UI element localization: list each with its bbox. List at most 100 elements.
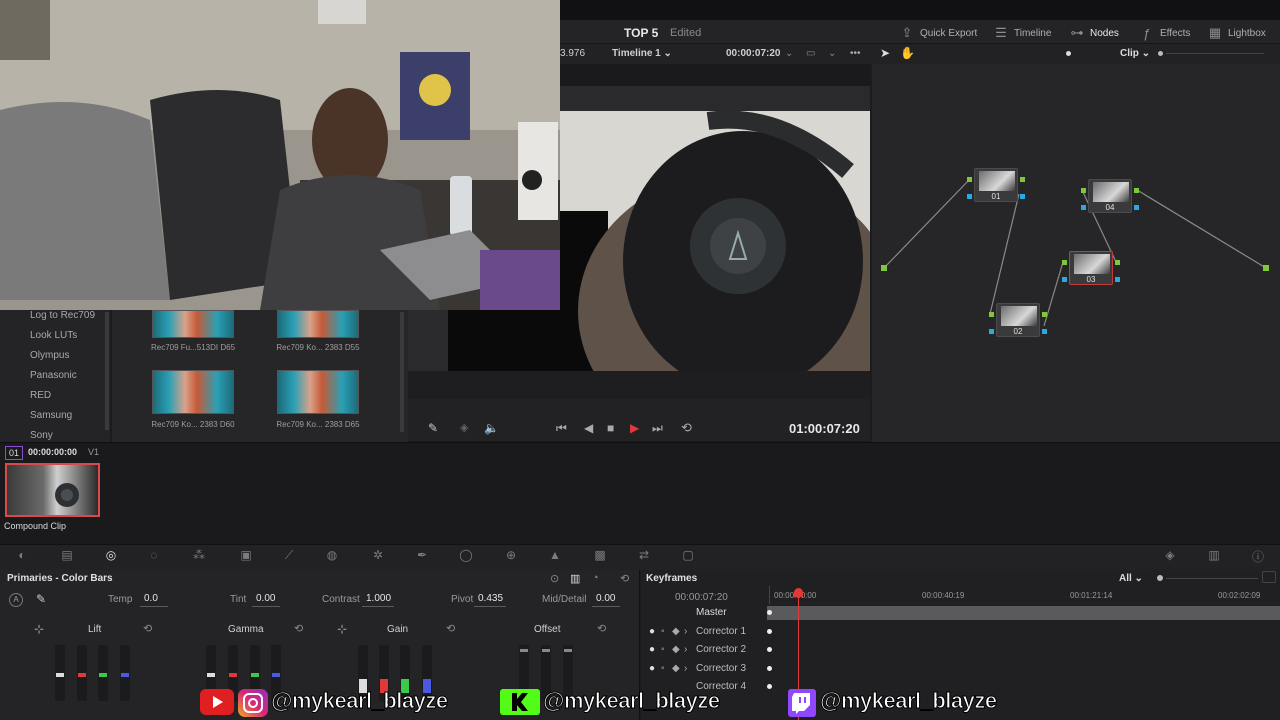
keyframe-dot[interactable] [767,666,772,671]
keyframe-diamond-icon[interactable]: ◆ [672,626,680,637]
node-02-key-input[interactable] [989,329,994,334]
node-03-key-input[interactable] [1062,277,1067,282]
node-03-input[interactable] [1062,260,1067,265]
keyframe-row-corrector-1[interactable]: ● ▪ ◆ › Corrector 1 [641,623,1280,641]
nodes-button[interactable]: ⊶ Nodes [1070,24,1119,42]
pointer-icon[interactable]: ➤ [880,46,890,60]
node-03-output[interactable] [1115,260,1120,265]
keyframe-diamond-icon[interactable]: ◆ [672,663,680,674]
auto-balance-icon[interactable]: A [9,593,23,607]
pivot-field[interactable]: 0.435 [474,592,506,607]
zoom-slider-track[interactable] [1166,53,1264,54]
viewer-size-icon[interactable]: ▭ [806,48,815,59]
tracker-icon[interactable]: ⊕ [503,548,519,564]
lut-thumbnail[interactable] [277,310,359,338]
hdr-wheels-icon[interactable]: ◌ [146,548,162,564]
lut-category-item[interactable]: Look LUTs [30,330,77,341]
node-mode-selector[interactable]: Clip ⌄ [1120,48,1150,59]
expand-chevron-icon[interactable]: › [684,626,687,637]
lift-red-slider[interactable] [77,645,87,701]
node-02-key-output[interactable] [1042,329,1047,334]
timeline-button[interactable]: ☰ Timeline [994,24,1051,42]
keyframe-dot[interactable] [767,610,772,615]
play-icon[interactable]: ▶ [630,421,639,435]
keyframe-dot[interactable] [767,629,772,634]
blur-icon[interactable]: ▩ [592,548,608,564]
lock-icon[interactable]: ▪ [661,626,665,637]
expand-chevron-icon[interactable]: › [684,663,687,674]
keyframes-zoom-track[interactable] [1166,578,1258,579]
eyedropper-qualifier-icon[interactable]: ✒ [414,548,430,564]
keyframe-row-corrector-2[interactable]: ● ▪ ◆ › Corrector 2 [641,641,1280,659]
gamma-reset-icon[interactable]: ⟲ [294,622,303,635]
node-03-key-output[interactable] [1115,277,1120,282]
rgb-mixer-icon[interactable]: ⁂ [191,548,207,564]
lock-icon[interactable]: ▪ [661,663,665,674]
lut-thumbnail[interactable] [277,370,359,414]
node-04[interactable]: 04 [1088,179,1132,213]
viewer-size-chevron-icon[interactable]: ⌄ [828,48,836,59]
node-04-input[interactable] [1081,188,1086,193]
gain-reset-icon[interactable]: ⟲ [446,622,455,635]
timecode-chevron-icon[interactable]: ⌄ [785,48,793,59]
node-04-key-output[interactable] [1134,205,1139,210]
info-icon[interactable]: ⓘ [1250,548,1266,564]
node-01-output[interactable] [1020,177,1025,182]
lightbox-button[interactable]: ▦ Lightbox [1208,24,1266,42]
lift-master-slider[interactable] [55,645,65,701]
expand-chevron-icon[interactable]: › [684,644,687,655]
node-01-key-input[interactable] [967,194,972,199]
lut-category-item[interactable]: Log to Rec709 [30,310,95,321]
offset-reset-icon[interactable]: ⟲ [597,622,606,635]
node-04-output[interactable] [1134,188,1139,193]
keyframe-row-master[interactable]: Master [641,604,1280,622]
contrast-field[interactable]: 1.000 [362,592,394,607]
primaries-mode-icon[interactable]: ⊙ [550,572,559,585]
viewer-more-icon[interactable]: ••• [850,48,861,59]
node-03[interactable]: 03 [1069,251,1113,285]
motion-effects-icon[interactable]: ▣ [238,548,254,564]
temp-field[interactable]: 0.0 [140,592,168,607]
keyframes-filter[interactable]: All ⌄ [1119,573,1143,584]
keyframes-playhead-handle[interactable] [794,588,803,597]
lut-category-item[interactable]: Olympus [30,350,69,361]
middetail-field[interactable]: 0.00 [592,592,620,607]
lut-thumbnail[interactable] [152,310,234,338]
keyframe-dot[interactable] [767,647,772,652]
lift-picker-icon[interactable]: ⊹ [34,622,44,636]
keyframe-row-corrector-3[interactable]: ● ▪ ◆ › Corrector 3 [641,660,1280,678]
lut-category-item[interactable]: Samsung [30,410,72,421]
color-warper-icon[interactable]: ◍ [324,548,340,564]
curves-icon[interactable]: ⟋ [281,548,297,564]
node-01-input[interactable] [967,177,972,182]
keyframe-dot[interactable] [767,684,772,689]
key-icon[interactable]: ⇄ [636,548,652,564]
lut-category-item[interactable]: RED [30,390,51,401]
node-02[interactable]: 02 [996,303,1040,337]
primaries-log-icon[interactable]: ◔ [592,572,599,584]
sizing-icon[interactable]: ▢ [680,548,696,564]
node-02-output[interactable] [1042,312,1047,317]
node-01-key-output[interactable] [1020,194,1025,199]
keyframes-toggle-icon[interactable]: ◈ [1162,548,1178,564]
gain-picker-icon[interactable]: ⊹ [337,622,347,636]
hand-icon[interactable]: ✋ [900,46,915,60]
scopes-icon[interactable]: ▥ [1206,548,1222,564]
lock-icon[interactable]: ▪ [661,644,665,655]
effects-button[interactable]: ƒ Effects [1140,24,1190,42]
visibility-dot-icon[interactable]: ● [649,626,655,637]
tint-field[interactable]: 0.00 [252,592,280,607]
timeline-selector[interactable]: Timeline 1 ⌄ [612,48,672,59]
lift-blue-slider[interactable] [120,645,130,701]
lift-reset-icon[interactable]: ⟲ [143,622,152,635]
keyframe-diamond-icon[interactable]: ◆ [672,644,680,655]
volume-icon[interactable]: 🔈 [484,421,499,435]
window-icon[interactable]: ◯ [458,548,474,564]
primaries-bars-icon[interactable]: ▥ [570,572,580,585]
lut-category-item[interactable]: Sony [30,430,53,441]
color-match-icon[interactable]: ▤ [59,548,75,564]
qualifier-icon[interactable]: ✲ [370,548,386,564]
lift-green-slider[interactable] [98,645,108,701]
node-02-input[interactable] [989,312,994,317]
white-balance-picker-icon[interactable]: ✎ [36,592,46,606]
